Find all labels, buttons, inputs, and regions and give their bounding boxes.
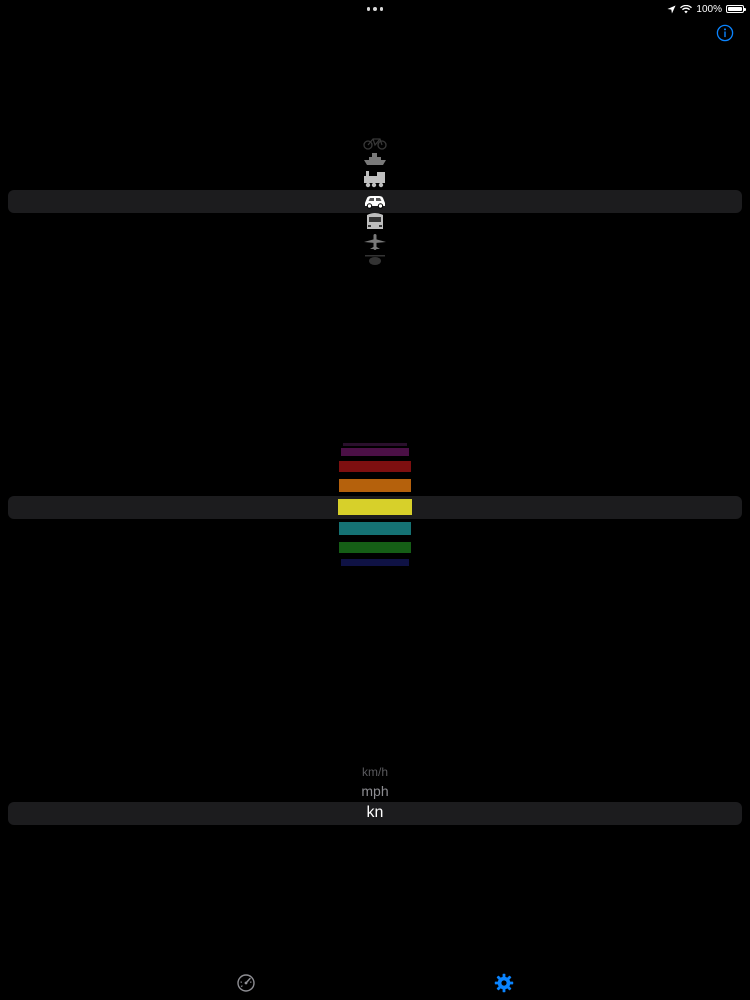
color-swatch-dark-purple[interactable] (343, 443, 407, 446)
battery-percent: 100% (696, 3, 722, 15)
color-swatch-purple[interactable] (341, 448, 409, 456)
info-button[interactable] (716, 24, 734, 42)
color-picker[interactable] (0, 438, 750, 572)
tab-speedometer[interactable] (236, 973, 256, 993)
multitasking-dots-icon[interactable] (367, 7, 383, 11)
color-swatch-navy[interactable] (341, 559, 409, 566)
bicycle-icon[interactable] (363, 136, 387, 150)
speedometer-icon (237, 974, 255, 992)
color-swatch-yellow[interactable] (338, 499, 412, 515)
location-arrow-icon (667, 4, 676, 14)
color-swatch-orange[interactable] (339, 479, 411, 492)
unit-option-selected[interactable]: kn (300, 804, 450, 822)
high-speed-train-icon[interactable] (363, 212, 387, 232)
train-icon[interactable] (363, 170, 387, 188)
gear-icon (494, 973, 514, 993)
car-icon[interactable] (363, 193, 387, 209)
helicopter-icon[interactable] (363, 254, 387, 266)
unit-option[interactable]: km/h (300, 765, 450, 779)
unit-option[interactable]: mph (300, 783, 450, 799)
unit-picker[interactable]: km/h mph kn (0, 760, 750, 830)
status-indicators: 100% (667, 2, 746, 16)
battery-icon (726, 5, 746, 13)
color-swatch-red[interactable] (339, 461, 411, 472)
airplane-icon[interactable] (363, 234, 387, 250)
tab-bar (0, 965, 750, 1000)
info-icon (716, 24, 734, 42)
wifi-icon (680, 4, 693, 13)
boat-icon[interactable] (363, 152, 387, 166)
status-bar: 100% (0, 0, 750, 18)
color-swatch-green[interactable] (339, 542, 411, 553)
vehicle-picker[interactable] (0, 130, 750, 270)
color-swatch-teal[interactable] (339, 522, 411, 535)
tab-settings[interactable] (494, 973, 514, 993)
